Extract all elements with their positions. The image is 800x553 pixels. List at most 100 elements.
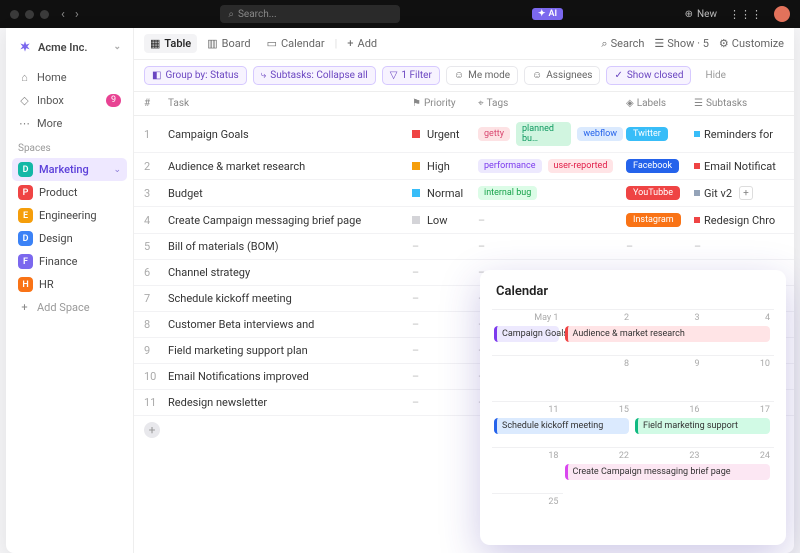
subtask-link[interactable]: Redesign Chro [694,214,775,227]
label-pill[interactable]: Twitter [626,127,668,141]
calendar-day[interactable]: 24 [704,447,775,493]
subtask-link[interactable]: Email Notificat [694,160,776,173]
task-name[interactable]: Redesign newsletter [168,396,412,409]
col-tags[interactable]: ⌖Tags [478,98,626,109]
view-tab-table[interactable]: ▦Table [144,34,197,53]
tag-pill[interactable]: planned bu… [516,122,571,146]
tag-pill[interactable]: webflow [577,127,623,141]
label-pill[interactable]: Facebook [626,159,679,173]
priority-cell[interactable]: Low [412,214,478,227]
calendar-day[interactable]: 15 [563,401,634,447]
calendar-day[interactable]: 4 [704,309,775,355]
calendar-day[interactable]: 17 [704,401,775,447]
task-name[interactable]: Bill of materials (BOM) [168,240,412,253]
hide-button[interactable]: Hide [705,70,726,81]
assignees-chip[interactable]: ☺Assignees [524,66,600,85]
task-name[interactable]: Customer Beta interviews and [168,318,412,331]
calendar-day[interactable]: 10 [704,355,775,401]
table-row[interactable]: 2 Audience & market research High perfor… [134,153,794,180]
nav-home[interactable]: ⌂Home [12,66,127,89]
task-name[interactable]: Schedule kickoff meeting [168,292,412,305]
group-by-chip[interactable]: ◧Group by: Status [144,66,247,85]
calendar-day[interactable]: 25 [492,493,563,539]
space-item-marketing[interactable]: DMarketing⌄ [12,158,127,181]
workspace-switcher[interactable]: Acme Inc. ⌄ [12,36,127,58]
task-name[interactable]: Campaign Goals [168,128,412,141]
add-space-button[interactable]: +Add Space [12,296,127,319]
tag-pill[interactable]: internal bug [478,186,537,200]
priority-cell[interactable]: – [412,318,478,331]
nav-arrows[interactable]: ‹› [61,7,79,22]
subtasks-chip[interactable]: ⤷Subtasks: Collapse all [253,66,376,85]
priority-cell[interactable]: – [412,292,478,305]
space-item-design[interactable]: DDesign [12,227,127,250]
tag-pill[interactable]: performance [478,159,542,173]
task-name[interactable]: Channel strategy [168,266,412,279]
calendar-day[interactable]: May 1Campaign GoalsAudience & market res… [492,309,563,355]
calendar-day[interactable]: 18Create Campaign messaging brief page [492,447,563,493]
tags-cell: – [478,240,626,253]
priority-cell[interactable]: – [412,370,478,383]
calendar-day[interactable]: 9 [633,355,704,401]
global-search[interactable]: ⌕ Search... [220,5,400,23]
space-item-hr[interactable]: HHR [12,273,127,296]
label-pill[interactable]: Instagram [626,213,681,227]
task-name[interactable]: Field marketing support plan [168,344,412,357]
subtask-link[interactable]: Reminders for [694,128,773,141]
table-row[interactable]: 3 Budget Normal internal bug YouTubbe Gi… [134,180,794,207]
add-view-button[interactable]: +Add [341,34,383,53]
customize-button[interactable]: ⚙Customize [719,37,784,50]
col-priority[interactable]: ⚑Priority [412,98,478,109]
labels-cell: YouTubbe [626,186,694,200]
task-name[interactable]: Email Notifications improved [168,370,412,383]
task-name[interactable]: Create Campaign messaging brief page [168,214,412,227]
calendar-day[interactable]: 23 [633,447,704,493]
col-labels[interactable]: ◈Labels [626,98,694,109]
priority-cell[interactable]: – [412,344,478,357]
space-item-product[interactable]: PProduct [12,181,127,204]
calendar-event[interactable]: Campaign Goals [494,326,559,342]
calendar-day[interactable]: 2 [563,309,634,355]
add-subtask-button[interactable]: + [739,186,753,200]
col-number[interactable]: # [144,98,168,109]
calendar-day[interactable] [492,355,563,401]
table-row[interactable]: 4 Create Campaign messaging brief page L… [134,207,794,234]
tag-pill[interactable]: user-reported [548,159,614,173]
priority-cell[interactable]: – [412,396,478,409]
show-button[interactable]: ☰Show · 5 [654,37,709,50]
view-tab-calendar[interactable]: ▭Calendar [261,34,331,53]
priority-cell[interactable]: – [412,266,478,279]
nav-more[interactable]: ⋯More [12,112,127,135]
apps-icon[interactable]: ⋮⋮⋮ [729,8,762,21]
ai-badge[interactable]: ✦AI [532,8,563,20]
task-name[interactable]: Audience & market research [168,160,412,173]
filter-chip[interactable]: ▽1 Filter [382,66,440,85]
calendar-day[interactable]: 11Schedule kickoff meetingField marketin… [492,401,563,447]
user-avatar[interactable] [774,6,790,22]
label-pill[interactable]: YouTubbe [626,186,680,200]
me-mode-chip[interactable]: ☺Me mode [446,66,518,85]
new-button[interactable]: ⊕New [685,9,717,20]
calendar-day[interactable]: 22 [563,447,634,493]
nav-inbox[interactable]: ◇Inbox9 [12,89,127,112]
search-button[interactable]: ⌕Search [601,37,644,51]
col-task[interactable]: Task [168,98,412,109]
space-item-finance[interactable]: FFinance [12,250,127,273]
tag-pill[interactable]: getty [478,127,510,141]
space-item-engineering[interactable]: EEngineering [12,204,127,227]
col-subtasks[interactable]: ☰Subtasks [694,98,784,109]
show-closed-chip[interactable]: ✓Show closed [606,66,691,85]
priority-cell[interactable]: – [412,240,478,253]
table-row[interactable]: 5 Bill of materials (BOM) – – – – [134,234,794,260]
subtask-link[interactable]: Git v2+ [694,186,753,200]
table-row[interactable]: 1 Campaign Goals Urgent gettyplanned bu…… [134,116,794,153]
priority-cell[interactable]: Normal [412,187,478,200]
view-tab-board[interactable]: ▥Board [201,34,256,53]
calendar-day[interactable]: 8 [563,355,634,401]
priority-cell[interactable]: Urgent [412,128,478,141]
calendar-day[interactable]: 3 [633,309,704,355]
calendar-day[interactable]: 16 [633,401,704,447]
priority-cell[interactable]: High [412,160,478,173]
task-name[interactable]: Budget [168,187,412,200]
window-controls[interactable] [10,10,49,19]
